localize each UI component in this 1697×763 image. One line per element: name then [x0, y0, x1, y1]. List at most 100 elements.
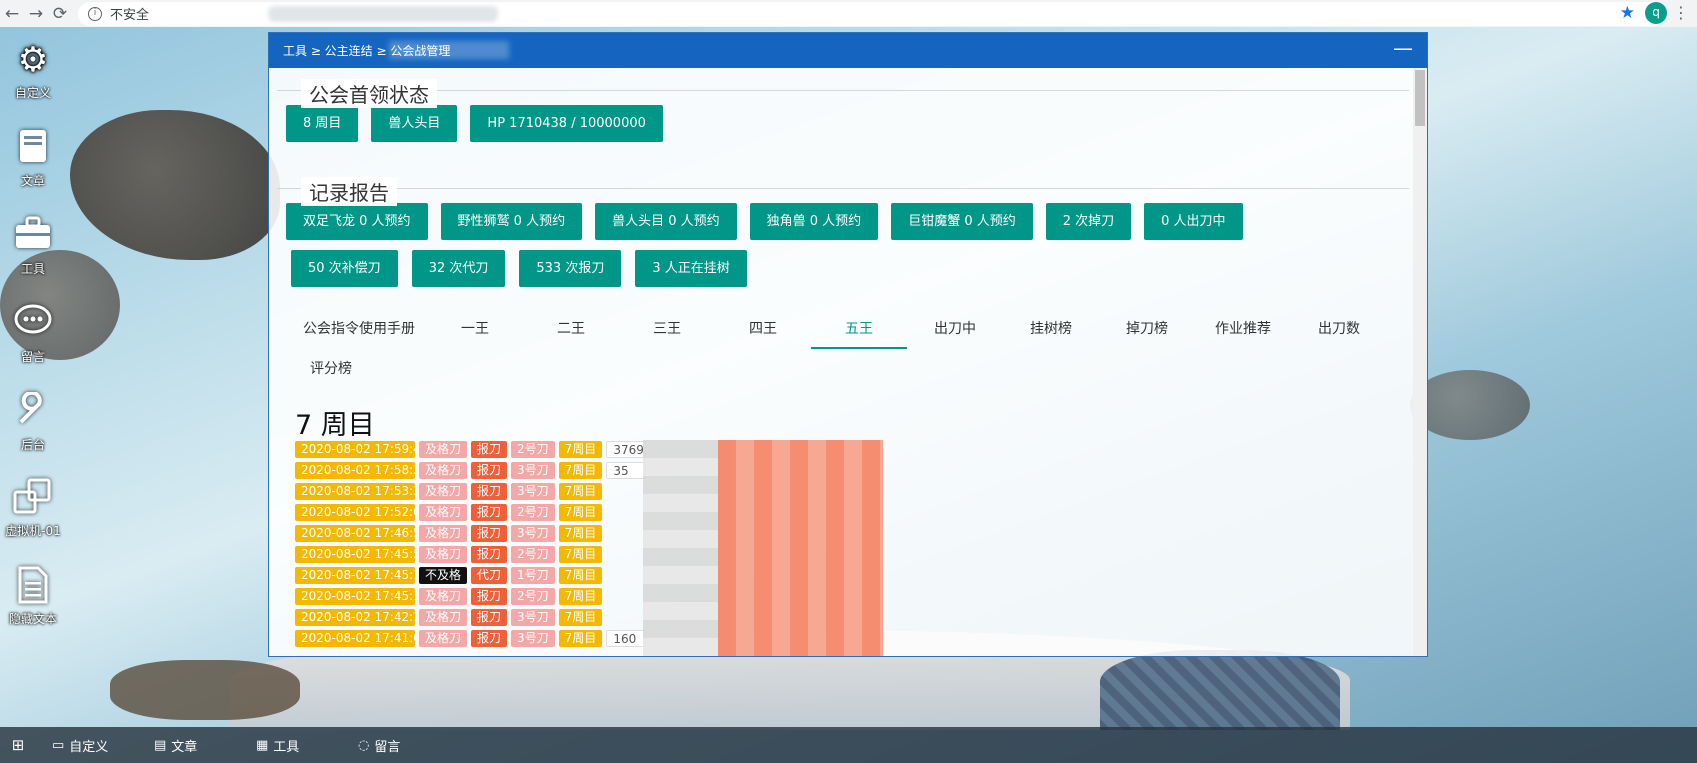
record-row[interactable]: 2020-08-02 17:53:32 及格刀 报刀 3号刀 7周目	[295, 483, 646, 500]
mosaic-orange-block	[718, 440, 883, 656]
record-round: 7周目	[558, 630, 603, 647]
record-row[interactable]: 2020-08-02 17:59:49 及格刀 报刀 2号刀 7周目 3769	[295, 441, 647, 458]
record-type: 报刀	[471, 609, 508, 626]
scrollbar-thumb[interactable]	[1415, 70, 1425, 126]
desktop-icon-label: 虚拟机-01	[5, 524, 61, 538]
reservation-button-griffin[interactable]: 野性狮鹫 0 人预约	[440, 203, 583, 240]
tab-score-ranking[interactable]: 评分榜	[291, 349, 371, 389]
forward-arrow-icon[interactable]: →	[24, 2, 48, 26]
compensation-attacks-button[interactable]: 50 次补偿刀	[291, 250, 398, 287]
record-knife: 3号刀	[511, 609, 555, 626]
address-bar[interactable]: i 不安全	[78, 1, 1664, 26]
wallpaper-shoe	[110, 660, 300, 720]
record-row[interactable]: 2020-08-02 17:45:19 不及格 代刀 1号刀 7周目	[295, 567, 646, 584]
toolbox-icon: ▦	[256, 737, 269, 753]
monitor-icon: ▭	[52, 737, 65, 753]
book-icon: ▤	[154, 737, 167, 753]
record-row[interactable]: 2020-08-02 17:52:04 及格刀 报刀 2号刀 7周目	[295, 504, 646, 521]
record-knife: 2号刀	[511, 504, 555, 521]
record-row[interactable]: 2020-08-02 17:41:04 及格刀 报刀 3号刀 7周目 160	[295, 630, 647, 647]
record-row[interactable]: 2020-08-02 17:45:58 及格刀 报刀 2号刀 7周目	[295, 546, 646, 563]
record-round: 7周目	[558, 567, 603, 584]
dropped-attacks-button[interactable]: 2 次掉刀	[1045, 203, 1132, 240]
reload-icon[interactable]: ⟳	[48, 2, 72, 26]
reservation-button-crab[interactable]: 巨钳魔蟹 0 人预约	[891, 203, 1033, 240]
round-button[interactable]: 8 周目	[286, 105, 359, 142]
round-heading: 7 周目	[295, 410, 375, 441]
tab-strategy[interactable]: 作业推荐	[1195, 309, 1291, 349]
reservation-button-unicorn[interactable]: 独角兽 0 人预约	[749, 203, 879, 240]
tab-boss-5[interactable]: 五王	[811, 309, 907, 349]
desktop-icon-label: 自定义	[14, 86, 51, 100]
desktop-icon-tools[interactable]: 工具	[0, 216, 66, 277]
desktop-icon-vm[interactable]: 虚拟机-01	[0, 478, 66, 539]
record-row[interactable]: 2020-08-02 17:46:54 及格刀 报刀 3号刀 7周目	[295, 525, 646, 542]
attacking-now-button[interactable]: 0 人出刀中	[1144, 203, 1243, 240]
tab-attack-count[interactable]: 出刀数	[1291, 309, 1387, 349]
record-row[interactable]: 2020-08-02 17:45:11 及格刀 报刀 2号刀 7周目	[295, 588, 646, 605]
taskbar-item-messages[interactable]: ◌ 留言	[358, 736, 444, 755]
boss-hp-button[interactable]: HP 1710438 / 10000000	[470, 105, 663, 142]
wallpaper-skirt	[1100, 650, 1340, 730]
record-knife: 3号刀	[511, 525, 555, 542]
tab-boss-1[interactable]: 一王	[427, 309, 523, 349]
desktop-icon-label: 工具	[20, 262, 45, 276]
record-knife: 2号刀	[511, 546, 555, 563]
minimize-button[interactable]: —	[1393, 36, 1413, 60]
reservation-button-wyvern[interactable]: 双足飞龙 0 人预约	[286, 203, 428, 240]
record-type: 报刀	[471, 588, 508, 605]
security-label: 不安全	[110, 8, 150, 23]
reported-attacks-button[interactable]: 533 次报刀	[519, 250, 622, 287]
tab-manual[interactable]: 公会指令使用手册	[291, 309, 427, 349]
desktop-icon-messages[interactable]: 留言	[0, 304, 66, 365]
desktop-icon-custom[interactable]: ⚙ 自定义	[0, 40, 66, 101]
proxy-attacks-button[interactable]: 32 次代刀	[411, 250, 506, 287]
record-round: 7周目	[558, 504, 603, 521]
taskbar-item-articles[interactable]: ▤ 文章	[154, 736, 240, 755]
record-time: 2020-08-02 17:45:58	[295, 546, 428, 563]
desktop-icon-admin[interactable]: 后台	[0, 390, 66, 453]
bookmark-star-icon[interactable]: ★	[1620, 3, 1635, 23]
desktop-icon-label: 留言	[20, 350, 45, 364]
start-windows-icon[interactable]: ⊞	[0, 736, 36, 754]
record-time: 2020-08-02 17:41:04	[295, 630, 428, 647]
info-icon[interactable]: i	[88, 6, 102, 21]
record-damage: 35	[606, 462, 647, 479]
record-row[interactable]: 2020-08-02 17:42:10 及格刀 报刀 3号刀 7周目	[295, 609, 646, 626]
record-round: 7周目	[558, 609, 603, 626]
wallpaper-rock	[1410, 370, 1530, 440]
record-row[interactable]: 2020-08-02 17:58:31 及格刀 报刀 3号刀 7周目 35	[295, 462, 647, 479]
document-icon	[0, 566, 66, 606]
record-round: 7周目	[558, 483, 603, 500]
window-scrollbar[interactable]	[1413, 68, 1427, 656]
record-knife: 2号刀	[511, 588, 555, 605]
tab-boss-4[interactable]: 四王	[715, 309, 811, 349]
record-time: 2020-08-02 17:42:10	[295, 609, 428, 626]
window-titlebar[interactable]: 工具 ≥ 公主连结 ≥ 公会战管理 —	[269, 33, 1427, 68]
boss-status-legend: 公会首领状态	[301, 79, 437, 108]
profile-avatar[interactable]: q	[1645, 2, 1667, 24]
hanging-tree-button[interactable]: 3 人正在挂树	[635, 250, 747, 287]
tab-boss-3[interactable]: 三王	[619, 309, 715, 349]
record-damage: 3769	[606, 441, 647, 458]
record-status: 及格刀	[419, 504, 468, 521]
tab-boss-2[interactable]: 二王	[523, 309, 619, 349]
reservation-button-orc[interactable]: 兽人头目 0 人预约	[595, 203, 737, 240]
record-round: 7周目	[558, 441, 603, 458]
tab-attacking[interactable]: 出刀中	[907, 309, 1003, 349]
record-type: 报刀	[471, 630, 508, 647]
tab-tree-ranking[interactable]: 挂树榜	[1003, 309, 1099, 349]
desktop-icon-hidden-text[interactable]: 隐藏文本	[0, 566, 66, 627]
taskbar-item-tools[interactable]: ▦ 工具	[256, 736, 342, 755]
tab-drop-ranking[interactable]: 掉刀榜	[1099, 309, 1195, 349]
back-arrow-icon[interactable]: ←	[0, 2, 24, 26]
record-type: 代刀	[471, 567, 508, 584]
taskbar-item-label: 文章	[171, 739, 198, 755]
taskbar: ⊞ ▭ 自定义 ▤ 文章 ▦ 工具 ◌ 留言	[0, 727, 1697, 763]
browser-menu-icon[interactable]: ⋮	[1673, 3, 1689, 22]
boss-name-button[interactable]: 兽人头目	[371, 105, 458, 142]
record-damage: 160	[606, 630, 647, 647]
taskbar-item-custom[interactable]: ▭ 自定义	[52, 736, 138, 755]
desktop-icon-articles[interactable]: 文章	[0, 128, 66, 189]
boss-status-section: 公会首领状态 8 周目 兽人头目 HP 1710438 / 10000000	[277, 79, 1409, 152]
